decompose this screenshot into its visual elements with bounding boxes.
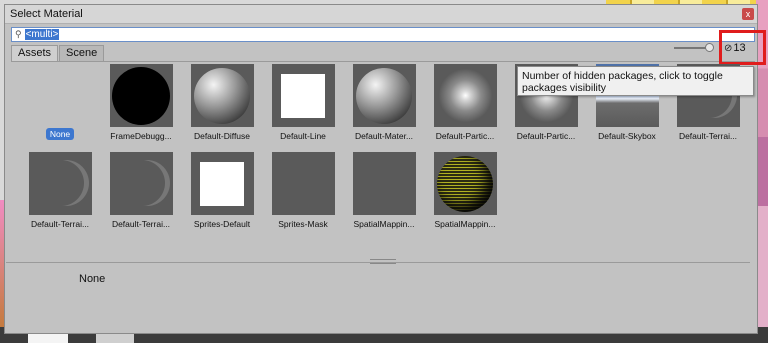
asset-label: Default-Terrai...	[678, 131, 738, 141]
asset-thumbnail	[433, 152, 497, 215]
asset-label: Sprites-Default	[193, 219, 251, 229]
asset-item[interactable]: Sprites-Mask	[267, 152, 339, 238]
tab-bar: Assets Scene	[11, 45, 755, 62]
asset-thumbnail	[109, 152, 173, 215]
asset-thumbnail	[352, 152, 416, 215]
asset-label: Default-Diffuse	[193, 131, 251, 141]
asset-item[interactable]: Default-Line	[267, 64, 339, 150]
asset-label: SpatialMappin...	[353, 219, 415, 229]
splitter-grip[interactable]	[370, 259, 396, 264]
zoom-slider-handle[interactable]	[705, 43, 714, 52]
asset-label: SpatialMappin...	[434, 219, 496, 229]
asset-item[interactable]: Default-Diffuse	[186, 64, 258, 150]
asset-item[interactable]: None	[24, 64, 96, 150]
annotation-highlight-box	[719, 30, 766, 65]
search-icon: ⚲	[15, 29, 22, 39]
asset-label: Sprites-Mask	[278, 219, 328, 229]
asset-label: Default-Partic...	[435, 131, 495, 141]
preview-panel: None	[6, 259, 750, 328]
search-input[interactable]	[24, 29, 59, 40]
title-bar[interactable]: Select Material	[5, 5, 757, 24]
search-bar[interactable]: ⚲	[11, 27, 755, 42]
asset-thumbnail	[190, 64, 254, 127]
window-title: Select Material	[10, 8, 83, 20]
asset-thumbnail	[109, 64, 173, 127]
asset-thumbnail	[352, 64, 416, 127]
asset-label: None	[45, 128, 75, 140]
asset-label: Default-Line	[280, 131, 326, 141]
tab-assets[interactable]: Assets	[11, 45, 59, 61]
asset-item[interactable]: SpatialMappin...	[429, 152, 501, 238]
asset-thumbnail	[271, 152, 335, 215]
asset-thumbnail	[271, 64, 335, 127]
asset-thumbnail	[28, 152, 92, 215]
asset-label: Default-Terrai...	[30, 219, 90, 229]
tab-scene[interactable]: Scene	[59, 45, 105, 61]
asset-item[interactable]: Sprites-Default	[186, 152, 258, 238]
selected-item-name: None	[79, 273, 106, 285]
asset-label: Default-Skybox	[598, 131, 656, 141]
asset-item[interactable]: SpatialMappin...	[348, 152, 420, 238]
asset-label: Default-Terrai...	[111, 219, 171, 229]
asset-label: Default-Mater...	[354, 131, 414, 141]
close-icon: x	[745, 9, 751, 19]
asset-item[interactable]: Default-Terrai...	[105, 152, 177, 238]
asset-label: FrameDebugg...	[110, 131, 172, 141]
asset-item[interactable]: Default-Terrai...	[24, 152, 96, 238]
asset-item[interactable]: Default-Mater...	[348, 64, 420, 150]
asset-thumbnail	[433, 64, 497, 127]
asset-item[interactable]: Default-Partic...	[429, 64, 501, 150]
hidden-packages-tooltip: Number of hidden packages, click to togg…	[517, 66, 754, 96]
close-button[interactable]: x	[742, 8, 754, 20]
asset-item[interactable]: FrameDebugg...	[105, 64, 177, 150]
asset-label: Default-Partic...	[516, 131, 576, 141]
asset-thumbnail	[190, 152, 254, 215]
